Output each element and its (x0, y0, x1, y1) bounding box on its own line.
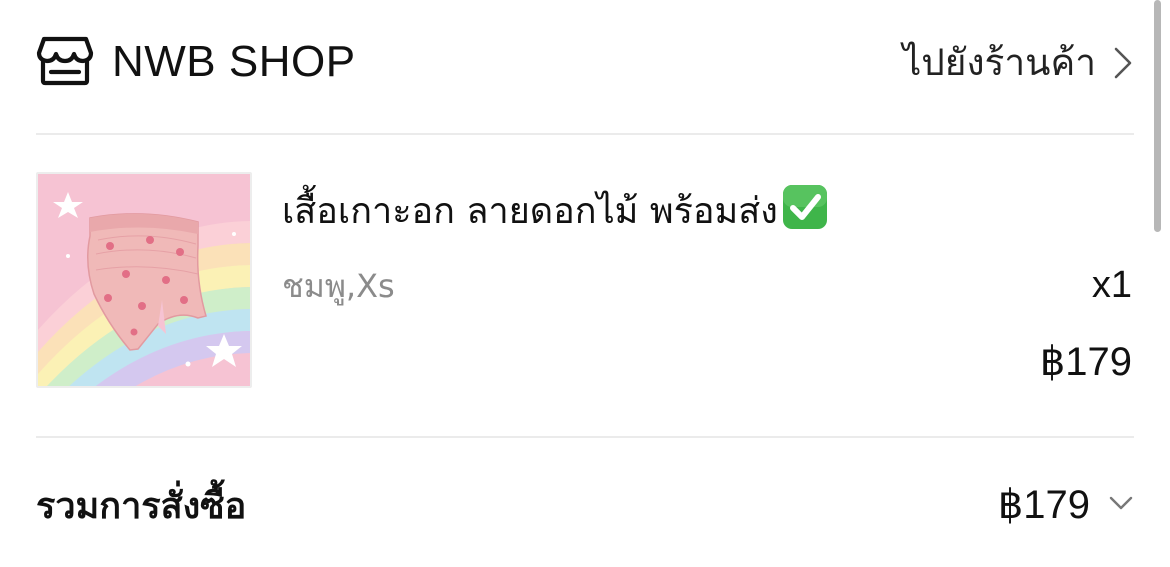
divider (36, 436, 1134, 438)
chevron-down-icon[interactable] (1108, 494, 1134, 512)
check-mark-button-icon (782, 185, 827, 229)
product-name: เสื้อเกาะอก ลายดอกไม้ พร้อมส่ง (282, 191, 778, 232)
order-card: NWB SHOP ไปยังร้านค้า เสื้อเกาะอก ลายดอก… (0, 0, 1170, 567)
store-icon (36, 36, 94, 86)
product-name-row: เสื้อเกาะอก ลายดอกไม้ พร้อมส่ง (282, 182, 830, 238)
chevron-right-icon (1114, 47, 1132, 79)
shop-header: NWB SHOP ไปยังร้านค้า (36, 24, 1134, 104)
go-to-store-label: ไปยังร้านค้า (902, 41, 1096, 84)
product-variant: ชมพู,Xs (282, 267, 395, 305)
product-image (38, 174, 250, 386)
scrollbar-thumb[interactable] (1154, 0, 1161, 232)
order-total-label: รวมการสั่งซื้อ (36, 486, 247, 527)
order-total-row[interactable]: รวมการสั่งซื้อ ฿179 (36, 472, 1134, 542)
shop-name: NWB SHOP (112, 37, 356, 86)
product-item[interactable]: เสื้อเกาะอก ลายดอกไม้ พร้อมส่ง ชมพู,Xs x… (36, 172, 1134, 388)
product-thumbnail[interactable] (36, 172, 252, 388)
go-to-store-link[interactable]: ไปยังร้านค้า (903, 34, 1134, 92)
divider (36, 133, 1134, 135)
product-quantity: x1 (1091, 264, 1132, 306)
product-price: ฿179 (1039, 340, 1132, 384)
order-total-value: ฿179 (997, 483, 1090, 527)
